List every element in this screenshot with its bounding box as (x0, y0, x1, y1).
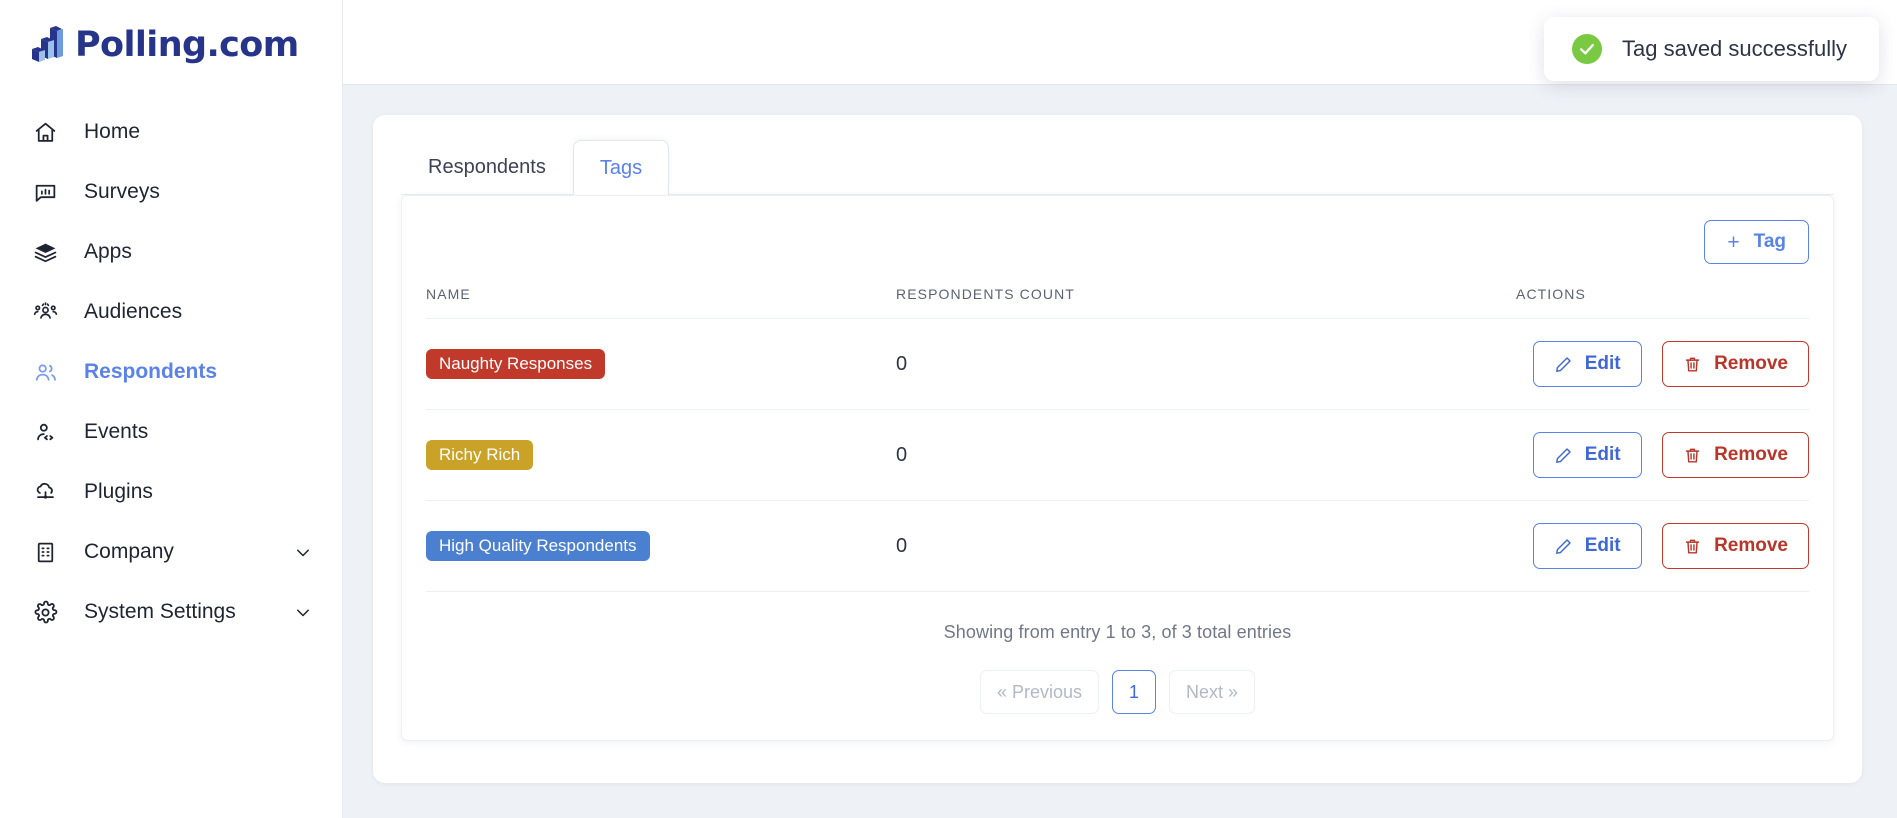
brand-logo[interactable]: Polling.com (0, 0, 342, 72)
cell-tag-name: High Quality Respondents (426, 500, 896, 592)
remove-button[interactable]: Remove (1662, 523, 1809, 569)
sidebar-item-system-settings[interactable]: System Settings (0, 582, 342, 642)
pagination-previous[interactable]: « Previous (979, 670, 1099, 714)
remove-label: Remove (1714, 535, 1788, 556)
edit-label: Edit (1584, 444, 1621, 465)
chevron-down-icon[interactable] (294, 543, 312, 561)
sidebar-item-label: Events (84, 420, 149, 443)
building-icon (32, 539, 58, 565)
column-header-count: RESPONDENTS COUNT (896, 280, 1516, 319)
tags-table: NAME RESPONDENTS COUNT ACTIONS Naughty R… (426, 280, 1809, 592)
pagination-page-1[interactable]: 1 (1112, 670, 1156, 714)
showing-entries-text: Showing from entry 1 to 3, of 3 total en… (943, 622, 1292, 642)
tab-tags[interactable]: Tags (572, 140, 670, 195)
sidebar-item-label: Apps (84, 240, 132, 263)
remove-button[interactable]: Remove (1662, 432, 1809, 478)
pencil-icon (1554, 355, 1573, 374)
tags-panel: + Tag NAME RESPONDENTS COUNT ACTIONS Nau… (401, 195, 1834, 741)
edit-button[interactable]: Edit (1532, 341, 1642, 387)
pencil-icon (1554, 537, 1573, 556)
remove-label: Remove (1714, 353, 1788, 374)
audiences-icon (32, 299, 58, 325)
cell-actions: Edit Remove (1516, 318, 1809, 410)
sidebar-item-label: System Settings (84, 600, 236, 623)
sidebar-item-apps[interactable]: Apps (0, 222, 342, 282)
pagination: « Previous 1 Next » (426, 670, 1809, 714)
tab-label: Tags (599, 156, 643, 179)
main-area: Respondents Tags + Tag NAME RESPONDENTS … (343, 0, 1897, 818)
page-card: Respondents Tags + Tag NAME RESPONDENTS … (373, 115, 1862, 783)
trash-icon (1683, 355, 1702, 374)
tab-label: Respondents (428, 156, 546, 178)
cell-respondents-count: 0 (896, 409, 1516, 501)
column-header-actions: ACTIONS (1516, 280, 1809, 319)
sidebar-item-label: Surveys (84, 180, 160, 203)
add-tag-button[interactable]: + Tag (1704, 220, 1809, 264)
column-header-name: NAME (426, 280, 896, 319)
status-badge: High Quality Respondents (426, 530, 650, 562)
sidebar-item-events[interactable]: Events (0, 402, 342, 462)
respondents-icon (32, 359, 58, 385)
survey-icon (32, 179, 58, 205)
trash-icon (1683, 537, 1702, 556)
table-body: Naughty Responses 0 Edit Remove Richy Ri… (426, 318, 1809, 592)
sidebar: Polling.com Home Surveys Apps Audiences … (0, 0, 343, 818)
bar-chart-blocks-icon (30, 26, 64, 64)
table-row: High Quality Respondents 0 Edit Remove (426, 500, 1809, 592)
edit-button[interactable]: Edit (1532, 523, 1642, 569)
layers-icon (32, 239, 58, 265)
cell-actions: Edit Remove (1516, 500, 1809, 592)
sidebar-item-label: Plugins (84, 480, 153, 503)
check-circle-icon (1572, 34, 1602, 64)
gear-icon (32, 599, 58, 625)
table-row: Naughty Responses 0 Edit Remove (426, 318, 1809, 410)
cell-tag-name: Naughty Responses (426, 318, 896, 410)
toast-notification[interactable]: Tag saved successfully (1544, 17, 1879, 81)
status-badge: Richy Rich (426, 439, 534, 471)
sidebar-nav: Home Surveys Apps Audiences Respondents … (0, 102, 342, 642)
app-root: Polling.com Home Surveys Apps Audiences … (0, 0, 1897, 818)
remove-label: Remove (1714, 444, 1788, 465)
toast-message: Tag saved successfully (1622, 36, 1847, 61)
edit-button[interactable]: Edit (1532, 432, 1642, 478)
sidebar-item-respondents[interactable]: Respondents (0, 342, 342, 402)
sidebar-item-company[interactable]: Company (0, 522, 342, 582)
home-icon (32, 119, 58, 145)
sidebar-item-surveys[interactable]: Surveys (0, 162, 342, 222)
plugins-icon (32, 479, 58, 505)
chevron-down-icon[interactable] (294, 603, 312, 621)
pencil-icon (1554, 446, 1573, 465)
cell-tag-name: Richy Rich (426, 409, 896, 501)
tags-toolbar: + Tag (426, 218, 1809, 280)
table-header-row: NAME RESPONDENTS COUNT ACTIONS (426, 280, 1809, 319)
trash-icon (1683, 446, 1702, 465)
table-head: NAME RESPONDENTS COUNT ACTIONS (426, 280, 1809, 319)
cell-respondents-count: 0 (896, 500, 1516, 592)
table-footer: Showing from entry 1 to 3, of 3 total en… (426, 592, 1809, 714)
tab-bar: Respondents Tags (401, 140, 1834, 195)
sidebar-item-label: Respondents (84, 360, 218, 383)
events-icon (32, 419, 58, 445)
edit-label: Edit (1584, 535, 1621, 556)
plus-icon: + (1727, 230, 1740, 254)
pagination-next[interactable]: Next » (1169, 670, 1256, 714)
tab-respondents[interactable]: Respondents (401, 140, 573, 194)
edit-label: Edit (1584, 353, 1621, 374)
add-tag-label: Tag (1753, 231, 1786, 252)
sidebar-item-label: Company (84, 540, 174, 563)
sidebar-item-label: Home (84, 120, 141, 143)
remove-button[interactable]: Remove (1662, 341, 1809, 387)
sidebar-item-home[interactable]: Home (0, 102, 342, 162)
sidebar-item-audiences[interactable]: Audiences (0, 282, 342, 342)
sidebar-item-plugins[interactable]: Plugins (0, 462, 342, 522)
content-scroll: Respondents Tags + Tag NAME RESPONDENTS … (343, 85, 1897, 818)
cell-actions: Edit Remove (1516, 409, 1809, 501)
status-badge: Naughty Responses (426, 348, 606, 380)
sidebar-item-label: Audiences (84, 300, 183, 323)
cell-respondents-count: 0 (896, 318, 1516, 410)
table-row: Richy Rich 0 Edit Remove (426, 409, 1809, 501)
brand-name: Polling.com (75, 24, 299, 65)
